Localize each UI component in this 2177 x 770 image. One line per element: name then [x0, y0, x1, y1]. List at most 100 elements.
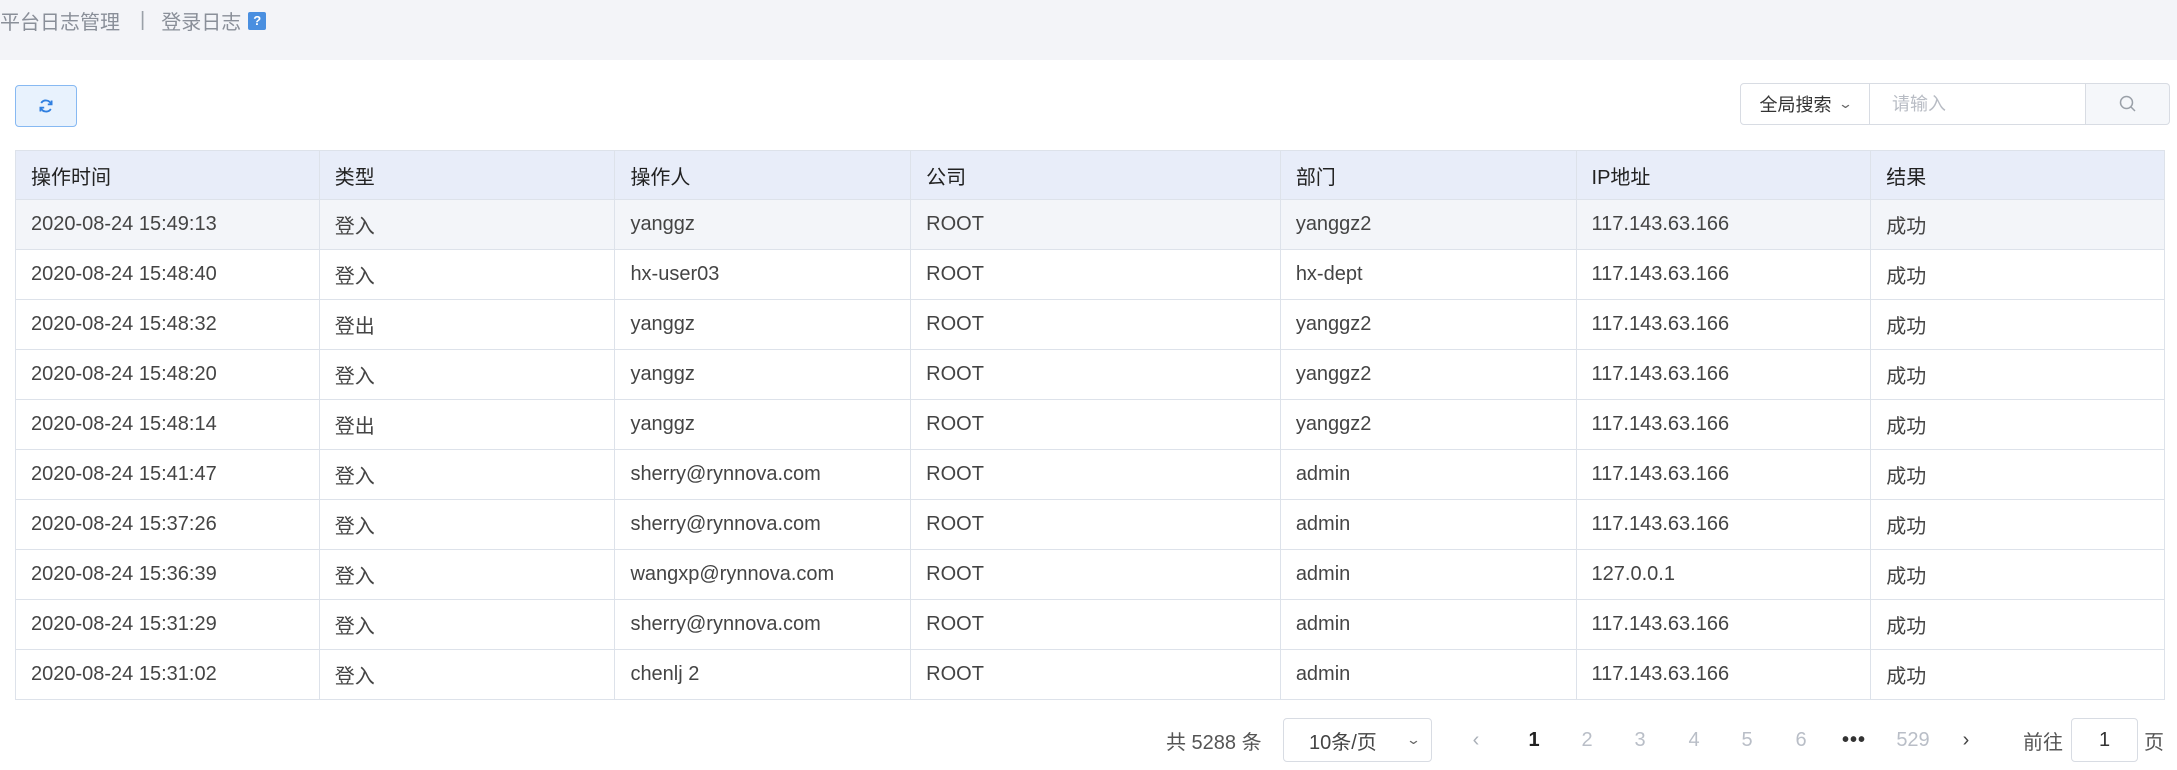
cell-company: ROOT [911, 550, 1281, 599]
search-icon [2119, 95, 2136, 112]
column-header-ip[interactable]: IP地址 [1577, 151, 1872, 199]
cell-operator: yanggz [615, 300, 912, 349]
cell-ip: 117.143.63.166 [1577, 600, 1872, 649]
cell-department: yanggz2 [1281, 400, 1577, 449]
cell-company: ROOT [911, 600, 1281, 649]
cell-result: 成功 [1886, 666, 1927, 688]
cell-department: admin [1281, 650, 1577, 699]
cell-operator: chenlj 2 [615, 650, 912, 699]
column-header-type[interactable]: 类型 [320, 151, 616, 199]
cell-time: 2020-08-24 15:31:02 [16, 650, 320, 699]
cell-ip: 117.143.63.166 [1577, 400, 1872, 449]
table-row[interactable]: 2020-08-24 15:48:20 登入 yanggz ROOT yanggz2 11… [16, 350, 2164, 400]
help-icon[interactable]: ? [248, 11, 267, 30]
cell-operator: yanggz [615, 400, 912, 449]
cell-company: ROOT [911, 250, 1281, 299]
table-row[interactable]: 2020-08-24 15:48:32 登出 yanggz ROOT yanggz2 11… [16, 300, 2164, 350]
page-2[interactable]: 2 [1572, 718, 1602, 762]
more-pages-ellipsis[interactable]: ••• [1839, 718, 1869, 762]
cell-company: ROOT [911, 650, 1281, 699]
cell-department: hx-dept [1281, 250, 1577, 299]
cell-department: admin [1281, 550, 1577, 599]
cell-department: yanggz2 [1281, 300, 1577, 349]
column-header-result[interactable]: 结果 [1871, 151, 2164, 199]
cell-ip: 117.143.63.166 [1577, 250, 1872, 299]
chevron-down-icon: ⌄ [1405, 732, 1422, 747]
page-1[interactable]: 1 [1519, 718, 1549, 762]
login-log-table: 操作时间 类型 操作人 公司 部门 IP地址 结果 2020-08-24 15:… [15, 150, 2165, 700]
page-size-label: 10条/页 [1309, 731, 1377, 754]
cell-department: yanggz2 [1281, 200, 1577, 249]
cell-result: 成功 [1886, 316, 1927, 338]
cell-type: 登入 [320, 250, 616, 299]
cell-department: admin [1281, 600, 1577, 649]
table-row[interactable]: 2020-08-24 15:41:47 登入 sherry@rynnova.com R… [16, 450, 2164, 500]
cell-department: admin [1281, 450, 1577, 499]
cell-operator: wangxp@rynnova.com [615, 550, 912, 599]
column-header-company[interactable]: 公司 [911, 151, 1281, 199]
search-button[interactable] [2086, 83, 2170, 125]
search-input[interactable] [1870, 83, 2086, 125]
breadcrumb-current: 登录日志 [161, 12, 242, 34]
cell-operator: sherry@rynnova.com [615, 600, 912, 649]
cell-type: 登出 [320, 300, 616, 349]
cell-time: 2020-08-24 15:48:40 [16, 250, 320, 299]
breadcrumb-separator: | [140, 9, 146, 31]
search-group: 全局搜索 ⌄ [1740, 83, 2170, 125]
cell-time: 2020-08-24 15:36:39 [16, 550, 320, 599]
column-header-time[interactable]: 操作时间 [16, 151, 320, 199]
search-scope-label: 全局搜索 [1759, 95, 1832, 115]
cell-ip: 117.143.63.166 [1577, 200, 1872, 249]
table-row[interactable]: 2020-08-24 15:48:40 登入 hx-user03 ROOT hx-dep… [16, 250, 2164, 300]
cell-time: 2020-08-24 15:48:20 [16, 350, 320, 399]
cell-ip: 117.143.63.166 [1577, 500, 1872, 549]
cell-department: admin [1281, 500, 1577, 549]
page-3[interactable]: 3 [1625, 718, 1655, 762]
cell-result: 成功 [1886, 266, 1927, 288]
cell-result: 成功 [1886, 566, 1927, 588]
chevron-down-icon: ⌄ [1837, 96, 1853, 111]
cell-type: 登入 [320, 450, 616, 499]
page-6[interactable]: 6 [1786, 718, 1816, 762]
table-row[interactable]: 2020-08-24 15:36:39 登入 wangxp@rynnova.com R… [16, 550, 2164, 600]
cell-type: 登入 [320, 600, 616, 649]
cell-company: ROOT [911, 450, 1281, 499]
cell-type: 登入 [320, 550, 616, 599]
breadcrumb-parent[interactable]: 平台日志管理 [0, 6, 120, 35]
page-4[interactable]: 4 [1679, 718, 1709, 762]
refresh-button[interactable] [15, 85, 77, 127]
cell-company: ROOT [911, 400, 1281, 449]
column-header-department[interactable]: 部门 [1281, 151, 1577, 199]
cell-operator: hx-user03 [615, 250, 912, 299]
cell-result: 成功 [1886, 516, 1927, 538]
table-header-row: 操作时间 类型 操作人 公司 部门 IP地址 结果 [16, 150, 2164, 200]
page-size-select[interactable]: 10条/页 ⌄ [1283, 718, 1432, 762]
cell-type: 登入 [320, 500, 616, 549]
prev-page-button[interactable]: ‹ [1461, 718, 1491, 762]
table-row[interactable]: 2020-08-24 15:37:26 登入 sherry@rynnova.com R… [16, 500, 2164, 550]
page-5[interactable]: 5 [1732, 718, 1762, 762]
table-row[interactable]: 2020-08-24 15:49:13 登入 yanggz ROOT yanggz2 11… [16, 200, 2164, 250]
cell-result: 成功 [1886, 466, 1927, 488]
cell-type: 登入 [320, 650, 616, 699]
page-unit-label: 页 [2144, 731, 2164, 754]
total-count: 共 5288 条 [1166, 731, 1262, 754]
next-page-button[interactable]: › [1951, 718, 1981, 762]
cell-time: 2020-08-24 15:37:26 [16, 500, 320, 549]
table-row[interactable]: 2020-08-24 15:31:02 登入 chenlj 2 ROOT admin 11… [16, 650, 2164, 700]
column-header-operator[interactable]: 操作人 [615, 151, 912, 199]
cell-type: 登入 [320, 200, 616, 249]
table-row[interactable]: 2020-08-24 15:48:14 登出 yanggz ROOT yanggz2 11… [16, 400, 2164, 450]
cell-company: ROOT [911, 500, 1281, 549]
cell-ip: 117.143.63.166 [1577, 300, 1872, 349]
table-row[interactable]: 2020-08-24 15:31:29 登入 sherry@rynnova.com R… [16, 600, 2164, 650]
breadcrumb: 平台日志管理 | 登录日志 ? [0, 6, 267, 35]
cell-type: 登出 [320, 400, 616, 449]
top-bar: 平台日志管理 | 登录日志 ? [0, 0, 2177, 60]
cell-time: 2020-08-24 15:48:32 [16, 300, 320, 349]
cell-result: 成功 [1886, 416, 1927, 438]
page-last[interactable]: 529 [1893, 718, 1933, 762]
goto-page-input[interactable]: 1 [2071, 718, 2138, 762]
search-scope-select[interactable]: 全局搜索 ⌄ [1740, 83, 1870, 125]
cell-company: ROOT [911, 200, 1281, 249]
